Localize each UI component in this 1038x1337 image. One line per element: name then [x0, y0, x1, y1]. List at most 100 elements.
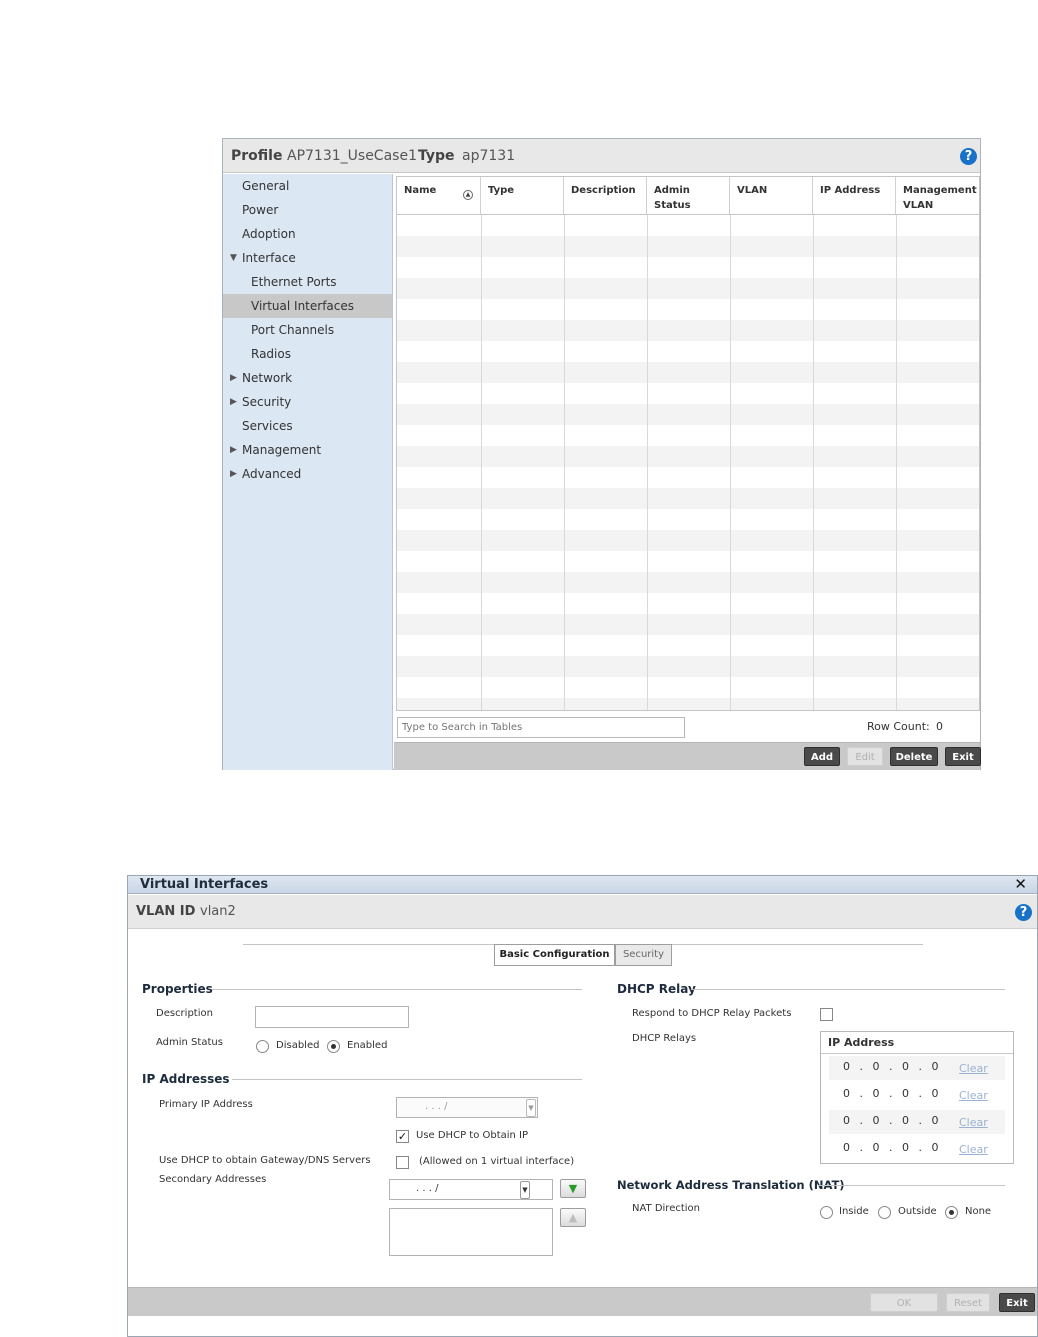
- sidebar-item-label: Services: [242, 419, 293, 433]
- table-row: 0 . 0 . 0 . 0 Clear: [829, 1083, 1005, 1107]
- chevron-right-icon[interactable]: ▶: [230, 462, 237, 486]
- tab-basic-configuration[interactable]: Basic Configuration: [494, 944, 615, 966]
- delete-button[interactable]: Delete: [890, 747, 938, 766]
- chevron-right-icon[interactable]: ▶: [230, 366, 237, 390]
- relay-ip-value[interactable]: 0 . 0 . 0 . 0: [843, 1114, 938, 1127]
- dialog-titlebar: Virtual Interfaces ✕: [128, 875, 1037, 894]
- clear-link[interactable]: Clear: [959, 1089, 988, 1102]
- chevron-down-icon[interactable]: ▼: [230, 246, 237, 270]
- chevron-down-icon[interactable]: ▼: [526, 1099, 536, 1117]
- nat-inside-radio[interactable]: [820, 1206, 833, 1219]
- nat-direction-label: NAT Direction: [632, 1203, 701, 1214]
- clear-link[interactable]: Clear: [959, 1062, 988, 1075]
- col-header-management-vlan[interactable]: Management VLAN: [896, 177, 979, 215]
- chevron-down-icon[interactable]: ▼: [520, 1181, 530, 1199]
- primary-ip-input[interactable]: . . . / ▼: [396, 1097, 538, 1118]
- sidebar-item-label: Radios: [251, 347, 291, 361]
- help-icon[interactable]: ?: [960, 148, 977, 165]
- sort-icon[interactable]: ▲: [463, 190, 473, 200]
- sidebar-item-advanced[interactable]: ▶ Advanced: [223, 462, 392, 486]
- column-divider: [730, 215, 731, 710]
- col-header-admin-status[interactable]: Admin Status: [647, 177, 730, 215]
- table-row: [397, 278, 979, 299]
- sidebar-item-interface[interactable]: ▼ Interface: [223, 246, 392, 270]
- table-row: [397, 362, 979, 383]
- col-header-type[interactable]: Type: [481, 177, 564, 215]
- dhcp-relays-table: IP Address 0 . 0 . 0 . 0 Clear 0 . 0 . 0…: [820, 1031, 1014, 1164]
- tab-security[interactable]: Security: [615, 944, 672, 966]
- sidebar-item-virtual-interfaces[interactable]: Virtual Interfaces: [223, 294, 392, 318]
- relay-ip-header: IP Address: [821, 1032, 1013, 1054]
- sidebar-item-adoption[interactable]: Adoption: [223, 222, 392, 246]
- nat-none-label: None: [965, 1206, 992, 1217]
- primary-ip-label: Primary IP Address: [159, 1099, 253, 1110]
- virtual-interface-dialog: Virtual Interfaces ✕ VLAN ID vlan2 ? Bas…: [127, 875, 1038, 1337]
- nat-section-title: Network Address Translation (NAT): [617, 1178, 845, 1192]
- admin-disabled-radio[interactable]: [256, 1040, 269, 1053]
- description-label: Description: [156, 1008, 213, 1019]
- description-input[interactable]: [255, 1006, 409, 1028]
- table-row: [397, 236, 979, 257]
- respond-dhcp-relay-checkbox[interactable]: [820, 1008, 833, 1021]
- table-row: [397, 488, 979, 509]
- sidebar-item-label: Adoption: [242, 227, 296, 241]
- col-header-name[interactable]: Name ▲: [397, 177, 481, 215]
- sidebar-item-network[interactable]: ▶ Network: [223, 366, 392, 390]
- table-row: [397, 614, 979, 635]
- sidebar-item-port-channels[interactable]: Port Channels: [223, 318, 392, 342]
- section-divider: [232, 1079, 582, 1080]
- add-button[interactable]: Add: [804, 747, 840, 766]
- sidebar-item-power[interactable]: Power: [223, 198, 392, 222]
- admin-enabled-label: Enabled: [347, 1040, 388, 1051]
- add-address-button[interactable]: ▼: [560, 1179, 586, 1198]
- profile-header: Profile AP7131_UseCase1 Type ap7131 ?: [223, 139, 980, 173]
- dhcp-gateway-checkbox[interactable]: [396, 1156, 409, 1169]
- clear-link[interactable]: Clear: [959, 1143, 988, 1156]
- edit-button[interactable]: Edit: [847, 747, 883, 766]
- chevron-right-icon[interactable]: ▶: [230, 390, 237, 414]
- sidebar-item-label: Security: [242, 395, 292, 409]
- exit-button[interactable]: Exit: [999, 1293, 1035, 1312]
- col-header-ip-address[interactable]: IP Address: [813, 177, 896, 215]
- table-row: [397, 698, 979, 710]
- chevron-right-icon[interactable]: ▶: [230, 438, 237, 462]
- section-divider: [691, 989, 1005, 990]
- table-search-input[interactable]: [397, 717, 685, 738]
- sidebar-item-ethernet-ports[interactable]: Ethernet Ports: [223, 270, 392, 294]
- admin-disabled-label: Disabled: [276, 1040, 320, 1051]
- relay-ip-value[interactable]: 0 . 0 . 0 . 0: [843, 1060, 938, 1073]
- secondary-addresses-list[interactable]: [389, 1208, 553, 1256]
- close-icon[interactable]: ✕: [1014, 875, 1027, 893]
- ok-button[interactable]: OK: [870, 1293, 938, 1312]
- sidebar-item-management[interactable]: ▶ Management: [223, 438, 392, 462]
- column-divider: [647, 215, 648, 710]
- row-count-label: Row Count:: [867, 720, 930, 733]
- type-value: ap7131: [462, 148, 516, 164]
- clear-link[interactable]: Clear: [959, 1116, 988, 1129]
- exit-button[interactable]: Exit: [945, 747, 981, 766]
- use-dhcp-checkbox[interactable]: ✓: [396, 1130, 409, 1143]
- col-header-description[interactable]: Description: [564, 177, 647, 215]
- nat-outside-radio[interactable]: [878, 1206, 891, 1219]
- dialog-footer: OK Reset Exit: [128, 1287, 1037, 1316]
- secondary-ip-input[interactable]: . . . / ▼: [389, 1179, 553, 1200]
- sidebar-item-security[interactable]: ▶ Security: [223, 390, 392, 414]
- relay-ip-value[interactable]: 0 . 0 . 0 . 0: [843, 1141, 938, 1154]
- column-divider: [896, 215, 897, 710]
- col-header-vlan[interactable]: VLAN: [730, 177, 813, 215]
- nat-none-radio[interactable]: [945, 1206, 958, 1219]
- table-row: [397, 656, 979, 677]
- reset-button[interactable]: Reset: [946, 1293, 990, 1312]
- dialog-title: Virtual Interfaces: [140, 877, 269, 892]
- admin-enabled-radio[interactable]: [327, 1040, 340, 1053]
- sidebar-item-general[interactable]: General: [223, 174, 392, 198]
- row-count-value: 0: [936, 720, 943, 733]
- sidebar-item-radios[interactable]: Radios: [223, 342, 392, 366]
- sidebar-item-services[interactable]: Services: [223, 414, 392, 438]
- help-icon[interactable]: ?: [1015, 904, 1032, 921]
- relay-ip-value[interactable]: 0 . 0 . 0 . 0: [843, 1087, 938, 1100]
- remove-address-button[interactable]: ▲: [560, 1208, 586, 1227]
- properties-section-title: Properties: [142, 982, 213, 996]
- vlan-id-label: VLAN ID: [136, 904, 196, 919]
- table-row: [397, 320, 979, 341]
